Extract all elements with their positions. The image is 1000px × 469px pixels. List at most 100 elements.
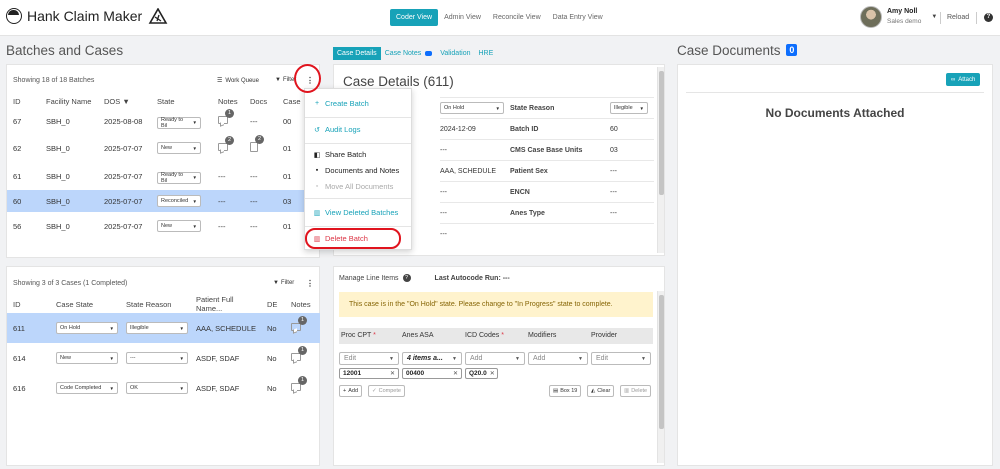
batch-state-select[interactable]: Ready to Bil ▼ [157,116,201,129]
col-patient-name[interactable]: Patient Full Name... [190,295,261,313]
col-case-state[interactable]: Case State [50,295,120,313]
menu-item-create-batch[interactable]: + Create Batch [313,99,369,108]
batch-state-select[interactable]: Ready to Bil ▼ [157,171,201,184]
tab-case-details[interactable]: Case Details [333,46,381,60]
user-menu[interactable]: Amy Noll Sales demo ▼ [860,6,937,28]
note-icon[interactable]: 1 [291,316,307,331]
note-icon[interactable]: 2 [218,136,234,151]
case-details-title: Case Details (611) [343,74,454,89]
provider-select[interactable]: Edit ▼ [591,352,651,365]
case-state-select[interactable]: New ▼ [56,352,118,364]
table-row[interactable]: 61 SBH_0 2025-07-07 Ready to Bil ▼ --- --… [7,162,320,190]
col-facility[interactable]: Facility Name [40,95,98,108]
coder-view-button[interactable]: Coder View [390,9,439,26]
state-reason-select[interactable]: --- ▼ [126,352,188,364]
remove-icon[interactable]: ✕ [390,370,395,377]
col-icd-codes: ICD Codes * [465,332,504,339]
state-reason-select[interactable]: Illegible ▼ [610,102,648,114]
note-icon[interactable]: 1 [291,376,307,391]
proc-cpt-chip[interactable]: 12001 ✕ [339,368,399,379]
line-items-scrollbar[interactable] [657,291,664,463]
tab-case-notes[interactable]: Case Notes [381,47,426,60]
brand[interactable]: Hank Claim Maker [6,8,168,24]
scroll-thumb[interactable] [659,71,664,195]
add-line-button[interactable]: + Add [339,385,363,397]
case-state-select[interactable]: Code Completed ▼ [56,382,118,394]
menu-item-view-deleted-batches[interactable]: ▥ View Deleted Batches [313,208,399,217]
caret-down-icon: ▼ [639,105,644,111]
cases-filter-button[interactable]: ▼ Filter [273,280,294,286]
remove-icon[interactable]: ✕ [453,370,458,377]
col-provider: Provider [591,332,618,339]
modifiers-select[interactable]: Add ▼ [528,352,588,365]
batch-state-select[interactable]: New ▼ [157,142,201,154]
note-icon[interactable]: 1 [218,109,234,124]
col-modifiers: Modifiers [528,332,557,339]
state-reason-select[interactable]: OK ▼ [126,382,188,394]
case-id: 614 [13,353,26,363]
table-row[interactable]: 616 Code Completed ▼ OK ▼ ASDF, SDAF No 1 [7,373,320,403]
table-row[interactable]: 614 New ▼ --- ▼ ASDF, SDAF No 1 [7,343,320,373]
col-docs[interactable]: Docs [244,95,277,108]
work-queue-button[interactable]: ☰ Work Queue [217,77,259,85]
button-label: Delete [631,388,648,394]
col-id[interactable]: ID [7,95,40,108]
details-scrollbar[interactable] [657,67,664,253]
table-row[interactable]: 62 SBH_0 2025-07-07 New ▼ 2 2 01 [7,134,320,162]
complete-button[interactable]: ✓ Compete [368,385,405,397]
caret-down-icon: ▼ [641,355,646,362]
menu-item-audit-logs[interactable]: ↺ Audit Logs [313,125,360,134]
delete-line-button[interactable]: ▥ Delete [620,385,652,397]
document-icon[interactable]: 2 [250,135,264,152]
batch-state-select[interactable]: Reconciled ▼ [157,195,201,207]
case-actions-kebab-icon[interactable]: ⋮ [306,279,314,288]
chip-value: 12001 [343,370,362,377]
icd-codes-select[interactable]: Add ▼ [465,352,525,365]
chip-value: Q20.0 [469,370,487,377]
col-de[interactable]: DE [261,295,285,313]
tab-hre[interactable]: HRE [475,47,498,60]
box19-button[interactable]: ▤ Box 19 [549,385,582,397]
tab-validation[interactable]: Validation [436,47,474,60]
anes-asa-select[interactable]: 4 items a... ▼ [402,352,462,365]
scroll-thumb[interactable] [659,295,664,429]
data-entry-view-button[interactable]: Data Entry View [547,9,609,26]
state-reason-select[interactable]: Illegible ▼ [126,322,188,334]
proc-cpt-select[interactable]: Edit ▼ [339,352,399,365]
admin-view-button[interactable]: Admin View [438,9,487,26]
select-value: Illegible [614,105,633,111]
table-row-selected[interactable]: 60 SBH_0 2025-07-07 Reconciled ▼ --- --- … [7,190,320,212]
select-value: Edit [596,355,609,362]
note-icon[interactable]: 1 [291,346,307,361]
batch-state-select[interactable]: New ▼ [157,220,201,232]
col-state[interactable]: State [151,95,212,108]
reload-button[interactable]: Reload [947,14,969,21]
case-state-select[interactable]: On Hold ▼ [440,102,504,114]
remove-icon[interactable]: ✕ [490,370,495,377]
patient-name: AAA, SCHEDULE [190,313,261,343]
col-dos[interactable]: DOS ▼ [98,95,151,108]
de: No [261,313,285,343]
menu-item-documents-and-notes[interactable]: ▪ Documents and Notes [313,166,399,175]
table-row[interactable]: 67 SBH_0 2025-08-08 Ready to Bil ▼ 1 --- … [7,108,320,134]
menu-item-move-all-documents[interactable]: ▫ Move All Documents [313,182,394,191]
button-label: Clear [597,388,611,394]
col-id[interactable]: ID [7,295,50,313]
menu-item-label: View Deleted Batches [325,208,399,217]
table-row-selected[interactable]: 611 On Hold ▼ Illegible ▼ AAA, SCHEDULE No… [7,313,320,343]
menu-divider [305,143,411,144]
menu-item-share-batch[interactable]: ◧ Share Batch [313,150,367,159]
icd-code-chip[interactable]: Q20.0 ✕ [465,368,498,379]
reconcile-view-button[interactable]: Reconcile View [487,9,547,26]
anes-asa-chip[interactable]: 00400 ✕ [402,368,462,379]
help-icon[interactable]: ? [402,274,411,282]
attach-button[interactable]: ∞ Attach [946,73,981,86]
table-row[interactable]: 56 SBH_0 2025-07-07 New ▼ --- --- 01 [7,212,320,240]
col-notes[interactable]: Notes [212,95,244,108]
help-icon[interactable]: ? [984,13,993,22]
col-notes[interactable]: Notes [285,295,320,313]
case-state-select[interactable]: On Hold ▼ [56,322,118,334]
detail-value: --- [440,181,510,203]
col-state-reason[interactable]: State Reason [120,295,190,313]
clear-button[interactable]: ◭ Clear [587,385,615,397]
